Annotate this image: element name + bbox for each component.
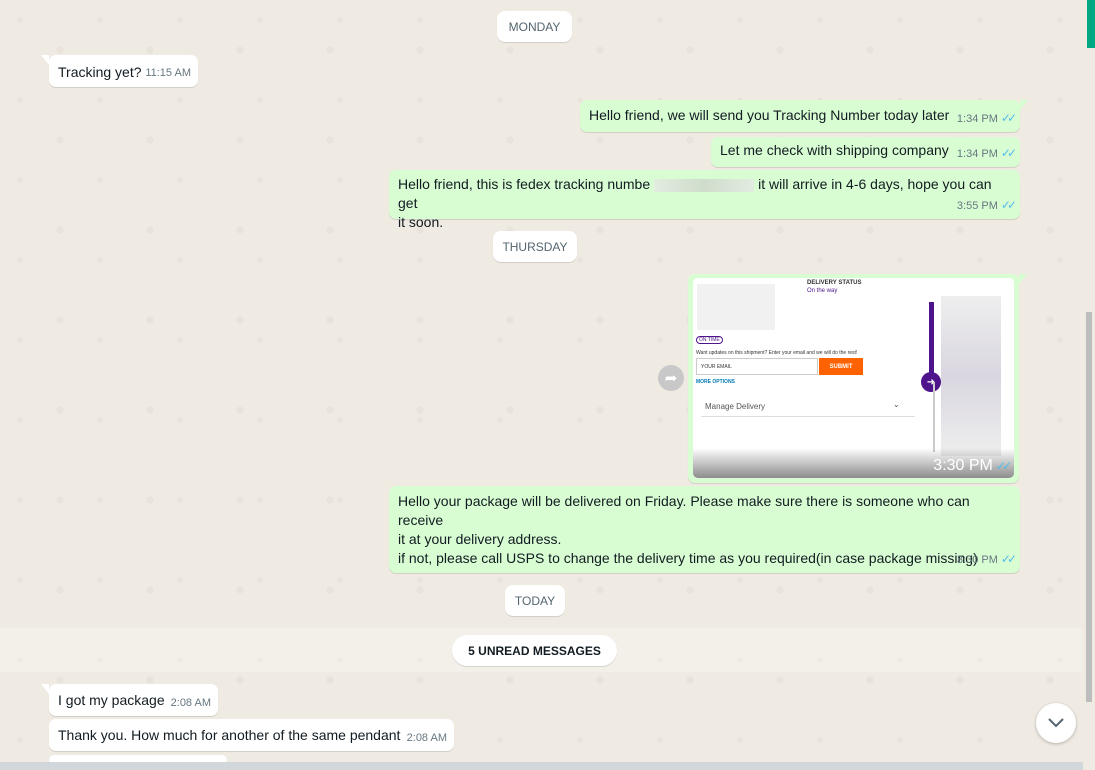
message-time: 1:34 PM — [956, 113, 998, 125]
image-text: MORE OPTIONS — [696, 379, 735, 385]
message-time: 11:15 AM — [145, 67, 191, 79]
shared-screenshot-image[interactable]: DELIVERY STATUS On the way ON TIME Want … — [693, 278, 1014, 478]
date-label: TODAY — [514, 593, 556, 608]
message-text: I got my package — [58, 692, 165, 708]
progress-marker-icon: ➜ — [921, 372, 941, 392]
message-text: Hello friend, we will send you Tracking … — [589, 107, 950, 123]
message-text: it at your delivery address. — [398, 531, 562, 547]
chevron-down-icon: ⌄ — [893, 400, 900, 409]
read-receipt-icon: ✓✓ — [1000, 198, 1017, 212]
message-incoming[interactable]: Thank you. How much for another of the s… — [49, 719, 454, 751]
read-receipt-icon: ✓✓ — [1000, 552, 1017, 566]
image-text: DELIVERY STATUS — [807, 280, 862, 286]
forward-icon[interactable]: ➦ — [658, 365, 684, 391]
scrollbar-thumb[interactable] — [1086, 312, 1092, 702]
divider — [701, 416, 915, 417]
message-outgoing[interactable]: Hello friend, this is fedex tracking num… — [389, 170, 1020, 230]
image-text: ON TIME — [696, 336, 723, 344]
scrollbar[interactable] — [1083, 0, 1095, 770]
blurred-region — [941, 296, 1001, 456]
message-outgoing-image[interactable]: DELIVERY STATUS On the way ON TIME Want … — [688, 274, 1027, 483]
message-outgoing[interactable]: Hello friend, we will send you Tracking … — [580, 100, 1028, 132]
message-text: it soon. — [398, 214, 444, 230]
read-receipt-icon: ✓✓ — [1000, 146, 1017, 160]
message-outgoing[interactable]: Let me check with shipping company 1:34 … — [711, 137, 1020, 167]
message-text: Let me check with shipping company — [720, 142, 949, 158]
message-incoming[interactable]: Tracking yet? 11:15 AM — [41, 55, 198, 87]
message-time: 3:30 PM — [956, 554, 998, 566]
read-receipt-icon: ✓✓ — [995, 459, 1012, 473]
read-receipt-icon: ✓✓ — [1000, 111, 1017, 125]
date-divider-today: TODAY — [505, 585, 565, 616]
message-time: 2:08 AM — [170, 697, 211, 709]
message-time: 1:34 PM — [956, 148, 998, 160]
unread-messages-badge: 5 UNREAD MESSAGES — [452, 635, 617, 666]
message-text: if not, please call USPS to change the d… — [398, 550, 978, 566]
message-text: Tracking yet? — [58, 64, 142, 80]
composer-edge — [0, 762, 1083, 770]
date-divider-thursday: THURSDAY — [493, 231, 577, 262]
image-email-field: YOUR EMAIL — [696, 358, 818, 375]
message-text: Thank you. How much for another of the s… — [58, 727, 401, 743]
message-text: Hello your package will be delivered on … — [398, 493, 970, 528]
chevron-down-icon — [1048, 718, 1064, 728]
date-divider-monday: MONDAY — [497, 11, 572, 42]
progress-line — [929, 302, 934, 382]
message-outgoing[interactable]: Hello your package will be delivered on … — [389, 486, 1020, 573]
scroll-to-bottom-button[interactable] — [1036, 703, 1076, 743]
accent-strip — [1087, 0, 1095, 48]
image-text: Manage Delivery — [705, 402, 766, 411]
image-text: On the way — [807, 288, 838, 294]
image-text: YOUR EMAIL — [701, 364, 732, 370]
progress-line-remaining — [933, 382, 935, 452]
unread-label: 5 UNREAD MESSAGES — [468, 643, 601, 658]
message-incoming[interactable]: I got my package 2:08 AM — [41, 684, 218, 716]
image-submit: SUBMIT — [819, 358, 863, 375]
date-label: THURSDAY — [502, 239, 568, 254]
image-text: Want updates on this shipment? Enter you… — [696, 350, 858, 356]
message-time: 3:30 PM — [933, 457, 993, 474]
blurred-region — [697, 284, 775, 330]
message-time: 3:55 PM — [956, 200, 998, 212]
redacted-tracking-number — [654, 178, 755, 192]
message-text: Hello friend, this is fedex tracking num… — [398, 176, 651, 192]
date-label: MONDAY — [508, 19, 561, 34]
message-time: 2:08 AM — [406, 732, 447, 744]
